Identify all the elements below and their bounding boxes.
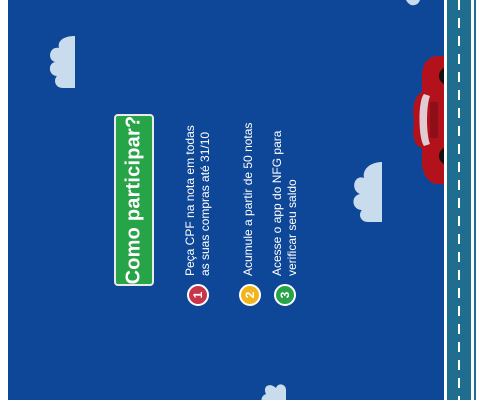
- step-item-3: 3 Acesse o app do NFG para verificar seu…: [268, 106, 308, 306]
- step-item-2: 2 Acumule a partir de 50 notas: [233, 106, 273, 306]
- cloud-icon: [406, 0, 420, 6]
- cloud-icon: [353, 162, 382, 222]
- step-text-line: verificar seu saldo: [285, 179, 299, 276]
- step-text-line: Peça CPF na nota em todas: [183, 125, 197, 276]
- infographic-banner: Como participar? 1 Peça CPF na nota em t…: [8, 0, 444, 400]
- step-number-badge: 3: [274, 284, 296, 306]
- step-text-line: Acumule a partir de 50 notas: [241, 122, 255, 276]
- cloud-icon: [261, 384, 286, 400]
- road-edge-line: [444, 0, 447, 400]
- step-item-1: 1 Peça CPF na nota em todas as suas comp…: [181, 106, 221, 306]
- cloud-icon: [49, 36, 75, 88]
- page-title: Como participar?: [122, 115, 145, 285]
- road-center-line: [458, 0, 460, 400]
- road: [444, 0, 476, 400]
- car-illustration: [413, 56, 444, 184]
- step-number-badge: 2: [239, 284, 261, 306]
- step-text-line: Acesse o app do NFG para: [270, 130, 284, 276]
- step-text-line: as suas compras até 31/10: [198, 131, 212, 276]
- title-badge: Como participar?: [114, 114, 154, 286]
- road-edge-line: [471, 0, 474, 400]
- step-number-badge: 1: [187, 284, 209, 306]
